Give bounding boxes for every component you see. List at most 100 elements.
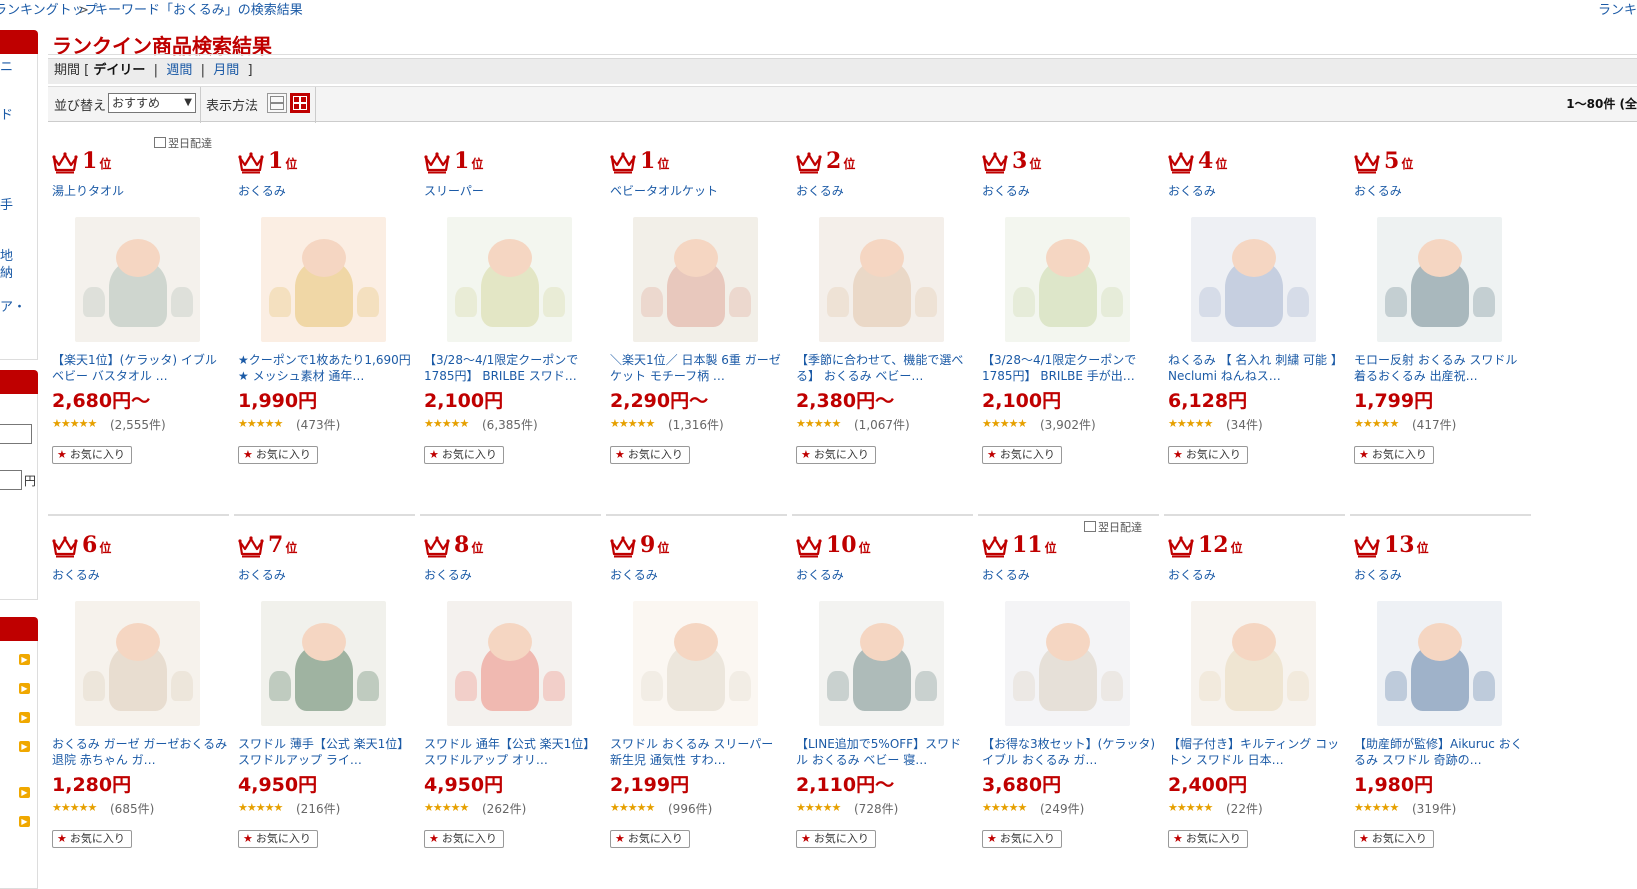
- add-to-favorites-button[interactable]: ★ お気に入り: [796, 830, 876, 848]
- add-to-favorites-button[interactable]: ★ お気に入り: [52, 830, 132, 848]
- add-to-favorites-button[interactable]: ★ お気に入り: [1168, 830, 1248, 848]
- product-name-link[interactable]: 【LINE追加で5%OFF】スワドル おくるみ ベビー 寝…: [796, 736, 972, 768]
- add-to-favorites-button[interactable]: ★ お気に入り: [1168, 446, 1248, 464]
- review-count-link[interactable]: (249件): [1040, 800, 1084, 817]
- product-card[interactable]: 12 位 おくるみ 【帽子付き】キルティング コットン スワドル 日本… 2,40…: [1164, 514, 1350, 889]
- product-name-link[interactable]: 【帽子付き】キルティング コットン スワドル 日本…: [1168, 736, 1344, 768]
- product-image[interactable]: [1191, 601, 1316, 726]
- product-image[interactable]: [1377, 217, 1502, 342]
- category-link[interactable]: おくるみ: [796, 182, 844, 199]
- product-name-link[interactable]: スワドル おくるみ スリーパー 新生児 通気性 すわ…: [610, 736, 786, 768]
- review-count-link[interactable]: (34件): [1226, 416, 1263, 433]
- review-count-link[interactable]: (1,067件): [854, 416, 910, 433]
- period-monthly-link[interactable]: 月間: [213, 63, 239, 78]
- product-card[interactable]: 1位 スリーパー 【3/28〜4/1限定クーポンで1785円】 BRILBE ス…: [420, 130, 606, 510]
- add-to-favorites-button[interactable]: ★ お気に入り: [52, 446, 132, 464]
- sidebar-link[interactable]: 手: [0, 198, 13, 214]
- product-name-link[interactable]: ＼楽天1位／ 日本製 6重 ガーゼケット モチーフ柄 …: [610, 352, 786, 384]
- view-list-button[interactable]: [267, 93, 287, 113]
- sidebar-link[interactable]: ニ: [0, 60, 13, 76]
- add-to-favorites-button[interactable]: ★ お気に入り: [982, 830, 1062, 848]
- product-image[interactable]: [1005, 601, 1130, 726]
- add-to-favorites-button[interactable]: ★ お気に入り: [238, 446, 318, 464]
- product-name-link[interactable]: ねくるみ 【 名入れ 刺繍 可能 】 Neclumi ねんねス…: [1168, 352, 1344, 384]
- arrow-icon[interactable]: ▶: [19, 816, 30, 827]
- product-image[interactable]: [633, 601, 758, 726]
- product-card[interactable]: 11 位 翌日配達 おくるみ 【お得な3枚セット】(ケラッタ) イブル おくるみ …: [978, 514, 1164, 889]
- add-to-favorites-button[interactable]: ★ お気に入り: [238, 830, 318, 848]
- product-image[interactable]: [75, 601, 200, 726]
- product-card[interactable]: 2位 おくるみ 【季節に合わせて、機能で選べる】 おくるみ ベビー… 2,380…: [792, 130, 978, 510]
- product-card[interactable]: 1位 ベビータオルケット ＼楽天1位／ 日本製 6重 ガーゼケット モチーフ柄 …: [606, 130, 792, 510]
- add-to-favorites-button[interactable]: ★ お気に入り: [424, 446, 504, 464]
- product-name-link[interactable]: 【助産師が監修】Aikuruc おくるみ スワドル 奇跡の…: [1354, 736, 1530, 768]
- review-count-link[interactable]: (685件): [110, 800, 154, 817]
- category-link[interactable]: ベビータオルケット: [610, 182, 718, 199]
- product-image[interactable]: [819, 601, 944, 726]
- add-to-favorites-button[interactable]: ★ お気に入り: [424, 830, 504, 848]
- review-count-link[interactable]: (996件): [668, 800, 712, 817]
- product-card[interactable]: 1位 翌日配達 湯上りタオル 【楽天1位】(ケラッタ) イブル ベビー バスタオ…: [48, 130, 234, 510]
- product-name-link[interactable]: おくるみ ガーゼ ガーゼおくるみ 退院 赤ちゃん ガ…: [52, 736, 228, 768]
- product-card[interactable]: 3位 おくるみ 【3/28〜4/1限定クーポンで1785円】 BRILBE 手が…: [978, 130, 1164, 510]
- review-count-link[interactable]: (473件): [296, 416, 340, 433]
- product-image[interactable]: [1191, 217, 1316, 342]
- arrow-icon[interactable]: ▶: [19, 787, 30, 798]
- add-to-favorites-button[interactable]: ★ お気に入り: [1354, 446, 1434, 464]
- review-count-link[interactable]: (216件): [296, 800, 340, 817]
- review-count-link[interactable]: (1,316件): [668, 416, 724, 433]
- product-card[interactable]: 10 位 おくるみ 【LINE追加で5%OFF】スワドル おくるみ ベビー 寝… …: [792, 514, 978, 889]
- category-link[interactable]: スリーパー: [424, 182, 484, 199]
- category-link[interactable]: おくるみ: [1354, 566, 1402, 583]
- product-card[interactable]: 6位 おくるみ おくるみ ガーゼ ガーゼおくるみ 退院 赤ちゃん ガ… 1,28…: [48, 514, 234, 889]
- sidebar-link[interactable]: ド: [0, 108, 13, 124]
- product-name-link[interactable]: モロー反射 おくるみ スワドル 着るおくるみ 出産祝…: [1354, 352, 1530, 384]
- product-name-link[interactable]: 【お得な3枚セット】(ケラッタ) イブル おくるみ ガ…: [982, 736, 1158, 768]
- category-link[interactable]: おくるみ: [796, 566, 844, 583]
- product-name-link[interactable]: スワドル 薄手【公式 楽天1位】スワドルアップ ライ…: [238, 736, 414, 768]
- category-link[interactable]: おくるみ: [1168, 182, 1216, 199]
- category-link[interactable]: おくるみ: [982, 566, 1030, 583]
- category-link[interactable]: おくるみ: [52, 566, 100, 583]
- review-count-link[interactable]: (22件): [1226, 800, 1263, 817]
- sort-select[interactable]: おすすめ ▼: [108, 93, 196, 113]
- sidebar-link[interactable]: 地: [0, 249, 13, 265]
- review-count-link[interactable]: (6,385件): [482, 416, 538, 433]
- add-to-favorites-button[interactable]: ★ お気に入り: [982, 446, 1062, 464]
- product-image[interactable]: [1005, 217, 1130, 342]
- add-to-favorites-button[interactable]: ★ お気に入り: [796, 446, 876, 464]
- review-count-link[interactable]: (2,555件): [110, 416, 166, 433]
- category-link[interactable]: おくるみ: [238, 182, 286, 199]
- product-image[interactable]: [447, 217, 572, 342]
- product-name-link[interactable]: 【3/28〜4/1限定クーポンで1785円】 BRILBE 手が出…: [982, 352, 1158, 384]
- category-link[interactable]: おくるみ: [610, 566, 658, 583]
- product-card[interactable]: 9位 おくるみ スワドル おくるみ スリーパー 新生児 通気性 すわ… 2,19…: [606, 514, 792, 889]
- category-link[interactable]: おくるみ: [424, 566, 472, 583]
- price-max-input[interactable]: [0, 470, 22, 490]
- product-name-link[interactable]: ★クーポンで1枚あたり1,690円★ メッシュ素材 通年…: [238, 352, 414, 384]
- breadcrumb-keyword-search[interactable]: キーワード「おくるみ」の検索結果: [95, 0, 303, 22]
- product-image[interactable]: [447, 601, 572, 726]
- product-image[interactable]: [819, 217, 944, 342]
- product-name-link[interactable]: スワドル 通年【公式 楽天1位】スワドルアップ オリ…: [424, 736, 600, 768]
- product-card[interactable]: 4位 おくるみ ねくるみ 【 名入れ 刺繍 可能 】 Neclumi ねんねス……: [1164, 130, 1350, 510]
- category-link[interactable]: おくるみ: [1354, 182, 1402, 199]
- product-card[interactable]: 5位 おくるみ モロー反射 おくるみ スワドル 着るおくるみ 出産祝… 1,79…: [1350, 130, 1536, 510]
- category-link[interactable]: おくるみ: [238, 566, 286, 583]
- add-to-favorites-button[interactable]: ★ お気に入り: [610, 830, 690, 848]
- category-link[interactable]: おくるみ: [1168, 566, 1216, 583]
- arrow-icon[interactable]: ▶: [19, 683, 30, 694]
- review-count-link[interactable]: (417件): [1412, 416, 1456, 433]
- arrow-icon[interactable]: ▶: [19, 741, 30, 752]
- product-name-link[interactable]: 【3/28〜4/1限定クーポンで1785円】 BRILBE スワド…: [424, 352, 600, 384]
- product-name-link[interactable]: 【季節に合わせて、機能で選べる】 おくるみ ベビー…: [796, 352, 972, 384]
- product-card[interactable]: 13 位 おくるみ 【助産師が監修】Aikuruc おくるみ スワドル 奇跡の… …: [1350, 514, 1536, 889]
- product-image[interactable]: [261, 217, 386, 342]
- product-card[interactable]: 8位 おくるみ スワドル 通年【公式 楽天1位】スワドルアップ オリ… 4,95…: [420, 514, 606, 889]
- category-link[interactable]: おくるみ: [982, 182, 1030, 199]
- product-card[interactable]: 1位 おくるみ ★クーポンで1枚あたり1,690円★ メッシュ素材 通年… 1,…: [234, 130, 420, 510]
- view-grid-button[interactable]: [290, 93, 310, 113]
- arrow-icon[interactable]: ▶: [19, 654, 30, 665]
- sidebar-link[interactable]: 納: [0, 266, 13, 282]
- product-image[interactable]: [633, 217, 758, 342]
